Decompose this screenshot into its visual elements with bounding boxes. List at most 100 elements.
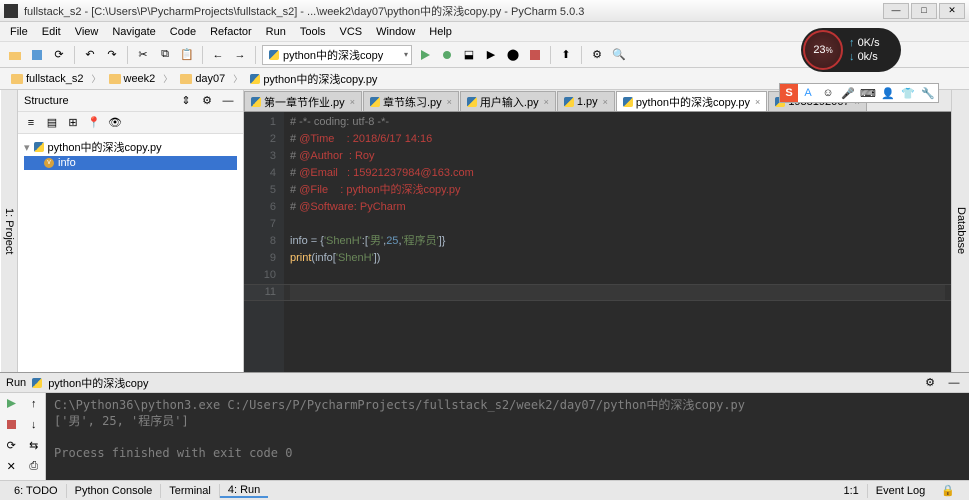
ime-lang-icon[interactable]: A — [798, 84, 818, 102]
menu-file[interactable]: File — [4, 24, 34, 40]
cut-icon[interactable]: ✂ — [134, 46, 152, 64]
status-tab[interactable]: 6: TODO — [6, 485, 66, 497]
run-config-combo[interactable]: python中的深浅copy — [262, 45, 412, 65]
editor-tab[interactable]: 1.py× — [557, 91, 615, 111]
filter-icon[interactable]: ▤ — [43, 114, 61, 132]
forward-icon[interactable]: → — [231, 46, 249, 64]
ime-s-icon[interactable]: S — [780, 84, 798, 102]
sync-icon[interactable]: ⟳ — [50, 46, 68, 64]
menu-run[interactable]: Run — [260, 24, 292, 40]
stop-run-icon[interactable] — [0, 414, 23, 435]
status-tab[interactable]: Python Console — [67, 485, 161, 497]
paste-icon[interactable]: 📋 — [178, 46, 196, 64]
close-tab-icon[interactable]: × — [755, 97, 760, 107]
back-icon[interactable]: ← — [209, 46, 227, 64]
coverage-icon[interactable]: ⬓ — [460, 46, 478, 64]
sort-icon[interactable]: ≡ — [22, 114, 40, 132]
menu-window[interactable]: Window — [370, 24, 421, 40]
ime-toolbar[interactable]: S A ☺ 🎤 ⌨ 👤 👕 🔧 — [779, 83, 939, 103]
collapse-icon[interactable]: ⇕ — [177, 92, 195, 110]
rerun-icon[interactable] — [0, 393, 23, 414]
gear-icon[interactable]: ⚙ — [198, 92, 216, 110]
run-hide-icon[interactable]: — — [945, 374, 963, 392]
menu-vcs[interactable]: VCS — [334, 24, 369, 40]
console-output[interactable]: C:\Python36\python3.exe C:/Users/P/Pycha… — [46, 393, 969, 480]
wrap-icon[interactable]: ⇆ — [23, 435, 46, 456]
open-icon[interactable] — [6, 46, 24, 64]
run2-icon[interactable]: ▶ — [482, 46, 500, 64]
lock-icon[interactable]: 🔒 — [933, 484, 963, 497]
scroll-down-icon[interactable]: ↓ — [23, 414, 46, 435]
editor-tab[interactable]: 第一章节作业.py× — [244, 91, 362, 111]
menu-edit[interactable]: Edit — [36, 24, 67, 40]
ime-user-icon[interactable]: 👤 — [878, 84, 898, 102]
run-config-label: python中的深浅copy — [283, 47, 383, 63]
show-icon[interactable]: 👁 — [106, 114, 124, 132]
status-tab[interactable]: Terminal — [161, 485, 219, 497]
breadcrumb-item[interactable]: week2 — [104, 72, 161, 86]
hide-icon[interactable]: — — [219, 92, 237, 110]
close-tab-icon[interactable]: × — [350, 97, 355, 107]
menu-tools[interactable]: Tools — [294, 24, 332, 40]
ime-shirt-icon[interactable]: 👕 — [898, 84, 918, 102]
redo-icon[interactable]: ↷ — [103, 46, 121, 64]
code-editor[interactable]: 1234567891011 # -*- coding: utf-8 -*-# @… — [244, 112, 951, 372]
close-tab-icon[interactable]: × — [447, 97, 452, 107]
tree-item-info[interactable]: v info — [24, 156, 237, 170]
scroll-up-icon[interactable]: ↑ — [23, 393, 46, 414]
breadcrumb-item[interactable]: day07 — [175, 72, 230, 86]
undo-icon[interactable]: ↶ — [81, 46, 99, 64]
code-content[interactable]: # -*- coding: utf-8 -*-# @Time : 2018/6/… — [284, 112, 951, 372]
menu-code[interactable]: Code — [164, 24, 202, 40]
settings-icon[interactable]: ⚙ — [588, 46, 606, 64]
close-tab-icon[interactable]: × — [603, 97, 608, 107]
event-log[interactable]: Event Log — [868, 485, 934, 497]
editor-area: 第一章节作业.py×章节练习.py×用户输入.py×1.py×python中的深… — [244, 90, 951, 372]
structure-title: Structure — [24, 95, 69, 107]
ime-face-icon[interactable]: ☺ — [818, 84, 838, 102]
expand-icon[interactable]: ⊞ — [64, 114, 82, 132]
ime-tool-icon[interactable]: 🔧 — [918, 84, 938, 102]
close-run-icon[interactable]: ✕ — [0, 456, 23, 477]
ime-keyboard-icon[interactable]: ⌨ — [858, 84, 878, 102]
close-button[interactable]: ✕ — [939, 3, 965, 19]
copy-icon[interactable]: ⧉ — [156, 46, 174, 64]
restore-icon[interactable]: ⟳ — [0, 435, 23, 456]
network-monitor-widget[interactable]: 23% ↑ 0K/s ↓ 0k/s — [801, 28, 901, 72]
python-icon — [467, 97, 477, 107]
minimize-button[interactable]: — — [883, 3, 909, 19]
close-tab-icon[interactable]: × — [544, 97, 549, 107]
project-tab[interactable]: 1: Project — [1, 90, 17, 372]
menu-view[interactable]: View — [69, 24, 105, 40]
editor-tab[interactable]: 用户输入.py× — [460, 91, 556, 111]
caret-position[interactable]: 1:1 — [835, 485, 866, 497]
debug-icon[interactable] — [438, 46, 456, 64]
tree-root[interactable]: ▾ python中的深浅copy.py — [24, 138, 237, 156]
net-down: 0k/s — [858, 51, 878, 63]
python-icon — [564, 97, 574, 107]
run-icon[interactable] — [416, 46, 434, 64]
maximize-button[interactable]: □ — [911, 3, 937, 19]
structure-tab[interactable]: 7: Structure — [0, 90, 1, 372]
search-icon[interactable]: 🔍 — [610, 46, 628, 64]
debug2-icon[interactable]: ⬤ — [504, 46, 522, 64]
print-icon[interactable]: ⎙ — [23, 456, 46, 477]
breadcrumb-item[interactable]: fullstack_s2 — [6, 72, 88, 86]
window-title: fullstack_s2 - [C:\Users\P\PycharmProjec… — [24, 3, 883, 19]
status-tab[interactable]: 4: Run — [220, 484, 268, 498]
stop-icon[interactable] — [526, 46, 544, 64]
ime-mic-icon[interactable]: 🎤 — [838, 84, 858, 102]
run-title: Run — [6, 377, 26, 389]
title-bar: fullstack_s2 - [C:\Users\P\PycharmProjec… — [0, 0, 969, 22]
database-tab[interactable]: Database — [953, 90, 969, 372]
menu-refactor[interactable]: Refactor — [204, 24, 258, 40]
breadcrumb-item[interactable]: python中的深浅copy.py — [245, 70, 382, 88]
vcs-icon[interactable]: ⬆ — [557, 46, 575, 64]
autoscroll-icon[interactable]: 📍 — [85, 114, 103, 132]
menu-navigate[interactable]: Navigate — [106, 24, 161, 40]
menu-help[interactable]: Help — [423, 24, 458, 40]
save-icon[interactable] — [28, 46, 46, 64]
editor-tab[interactable]: 章节练习.py× — [363, 91, 459, 111]
editor-tab[interactable]: python中的深浅copy.py× — [616, 91, 767, 111]
run-gear-icon[interactable]: ⚙ — [921, 374, 939, 392]
